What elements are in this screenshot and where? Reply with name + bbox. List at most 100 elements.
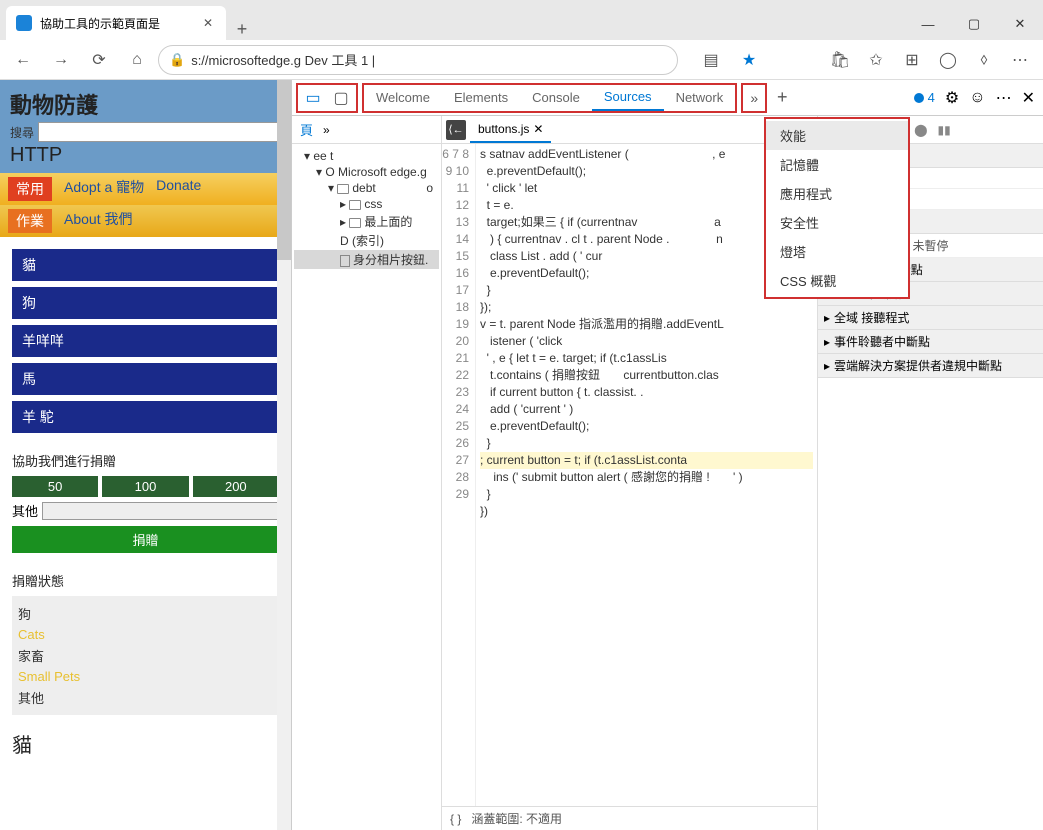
nav-about[interactable]: About 我們	[64, 209, 132, 233]
nav-secondary: 作業 About 我們	[0, 205, 291, 237]
webpage-viewport: 動物防護 搜尋 HTTP 常用 Adopt a 寵物 Donate 作業 Abo…	[0, 80, 292, 830]
home-button[interactable]: ⌂	[120, 44, 154, 76]
animal-button[interactable]: 貓	[12, 249, 279, 281]
settings-gear-icon[interactable]: ⚙	[945, 88, 959, 108]
page-scrollbar[interactable]	[277, 80, 291, 830]
donate-header: 協助我們進行捐贈	[12, 451, 279, 470]
status-item: 其他	[18, 686, 273, 709]
amount-button[interactable]: 100	[102, 476, 188, 497]
animal-button[interactable]: 羊咩咩	[12, 325, 279, 357]
global-listeners-section[interactable]: ▸ 全域 接聽程式	[818, 306, 1043, 330]
http-label: HTTP	[10, 142, 281, 169]
tab-elements[interactable]: Elements	[442, 85, 520, 111]
tab-console[interactable]: Console	[520, 85, 592, 111]
code-footer: { } 涵蓋範圍: 不適用	[442, 806, 817, 830]
nav-donate[interactable]: Donate	[156, 177, 201, 201]
nav-adopt[interactable]: Adopt a 寵物	[64, 177, 144, 201]
more-nav-icon[interactable]: »	[323, 123, 330, 137]
favorite-star-icon[interactable]: ★	[732, 44, 766, 76]
browser-tab[interactable]: 協助工具的示範頁面是 ✕	[6, 6, 226, 40]
reader-icon[interactable]: ▤	[694, 44, 728, 76]
file-tab-close-icon[interactable]: ✕	[533, 122, 543, 136]
tab-sources[interactable]: Sources	[592, 85, 664, 111]
lock-icon: 🔒	[169, 52, 185, 68]
search-input[interactable]	[38, 122, 281, 142]
file-tab[interactable]: buttons.js ✕	[470, 116, 551, 143]
nav-back-button[interactable]: ←	[6, 44, 40, 76]
collections-icon[interactable]: ⊞	[895, 44, 929, 76]
feedback-icon[interactable]: ☺	[969, 89, 985, 107]
event-breakpoints-section[interactable]: ▸ 事件聆聽者中斷點	[818, 330, 1043, 354]
refresh-button[interactable]: ⟳	[82, 44, 116, 76]
menu-lighthouse[interactable]: 燈塔	[766, 237, 908, 266]
animal-button[interactable]: 狗	[12, 287, 279, 319]
devtools-panel: ▭ ▢ Welcome Elements Console Sources Net…	[292, 80, 1043, 830]
browser-toolbar: ← → ⟳ ⌂ 🔒 s://microsoftedge.g Dev 工具 1 |…	[0, 40, 1043, 80]
amount-button[interactable]: 50	[12, 476, 98, 497]
shopping-icon[interactable]: 🛍	[823, 44, 857, 76]
maximize-button[interactable]: ▢	[951, 8, 997, 40]
menu-icon[interactable]: ⋯	[1003, 44, 1037, 76]
line-gutter: 6 7 8 9 10 11 12 13 14 15 16 17 18 19 20…	[442, 144, 476, 806]
other-amount-input[interactable]	[42, 502, 279, 520]
braces-icon[interactable]: { }	[450, 812, 461, 826]
page-title: 動物防護	[10, 88, 281, 120]
menu-memory[interactable]: 記憶體	[766, 150, 908, 179]
window-titlebar: 協助工具的示範頁面是 ✕ + ― ▢ ✕	[0, 0, 1043, 40]
nav-back-icon[interactable]: ⟨←	[446, 120, 466, 140]
add-tab-button[interactable]: +	[769, 87, 795, 108]
pause-exc-icon[interactable]: ▮▮	[938, 123, 951, 137]
favorites-icon[interactable]: ✩	[859, 44, 893, 76]
window-controls: ― ▢ ✕	[905, 8, 1043, 40]
overflow-tabs-menu[interactable]: 效能 記憶體 應用程式 安全性 燈塔 CSS 概觀	[764, 117, 910, 299]
nav-forward-button[interactable]: →	[44, 44, 78, 76]
menu-security[interactable]: 安全性	[766, 208, 908, 237]
more-menu-icon[interactable]: ⋯	[996, 88, 1012, 108]
issues-badge[interactable]: 4	[914, 90, 935, 105]
amount-button[interactable]: 200	[193, 476, 279, 497]
tab-close-icon[interactable]: ✕	[200, 16, 216, 30]
other-label: 其他	[12, 501, 38, 520]
status-item: 狗	[18, 602, 273, 625]
menu-application[interactable]: 應用程式	[766, 179, 908, 208]
close-button[interactable]: ✕	[997, 8, 1043, 40]
animal-list: 貓 狗 羊咩咩 馬 羊 駝	[12, 249, 279, 433]
inspect-element-icon[interactable]: ▭	[302, 87, 324, 109]
tree-file-selected: 身分相片按鈕.	[294, 250, 439, 269]
donate-button[interactable]: 捐贈	[12, 526, 279, 553]
code-area[interactable]: 6 7 8 9 10 11 12 13 14 15 16 17 18 19 20…	[442, 144, 817, 806]
navigator-pane: 頁 » ▾ ee t ▾ O Microsoft edge.g ▾ debto …	[292, 116, 442, 830]
nav-primary: 常用 Adopt a 寵物 Donate	[0, 173, 291, 205]
devtools-close-icon[interactable]: ✕	[1022, 88, 1035, 108]
tab-network[interactable]: Network	[664, 85, 736, 111]
coverage-label: 涵蓋範圍: 不適用	[471, 810, 562, 827]
animal-button[interactable]: 馬	[12, 363, 279, 395]
devtools-tabs: Welcome Elements Console Sources Network	[362, 83, 737, 113]
new-tab-button[interactable]: +	[226, 19, 258, 40]
profile-icon[interactable]: ◯	[931, 44, 965, 76]
file-tree[interactable]: ▾ ee t ▾ O Microsoft edge.g ▾ debto ▸ cs…	[292, 144, 441, 273]
nav-jobs[interactable]: 作業	[8, 209, 52, 233]
inspect-toggle-group: ▭ ▢	[296, 83, 358, 113]
address-bar[interactable]: 🔒 s://microsoftedge.g Dev 工具 1 |	[158, 45, 678, 75]
status-item: Small Pets	[18, 667, 273, 686]
amount-row: 50 100 200	[12, 476, 279, 497]
menu-css-overview[interactable]: CSS 概觀	[766, 266, 908, 295]
navigator-tab[interactable]: 頁	[300, 120, 313, 139]
csp-breakpoints-section[interactable]: ▸ 雲端解決方案提供者違規中斷點	[818, 354, 1043, 378]
status-item: Cats	[18, 625, 273, 644]
more-tabs-button[interactable]: »	[741, 83, 767, 113]
device-toggle-icon[interactable]: ▢	[330, 87, 352, 109]
minimize-button[interactable]: ―	[905, 8, 951, 40]
animal-button[interactable]: 羊 駝	[12, 401, 279, 433]
cat-section-header: 貓	[12, 729, 279, 758]
status-header: 捐贈狀態	[12, 571, 279, 590]
extensions-icon[interactable]: ⬨	[967, 44, 1001, 76]
tab-welcome[interactable]: Welcome	[364, 85, 442, 111]
nav-home[interactable]: 常用	[8, 177, 52, 201]
deactivate-bp-icon[interactable]: ⬤	[914, 123, 927, 137]
tree-file: D (索引)	[294, 231, 439, 250]
status-box: 狗 Cats 家畜 Small Pets 其他	[12, 596, 279, 715]
menu-performance[interactable]: 效能	[766, 121, 908, 150]
tree-root: ▾ ee t	[294, 148, 439, 164]
